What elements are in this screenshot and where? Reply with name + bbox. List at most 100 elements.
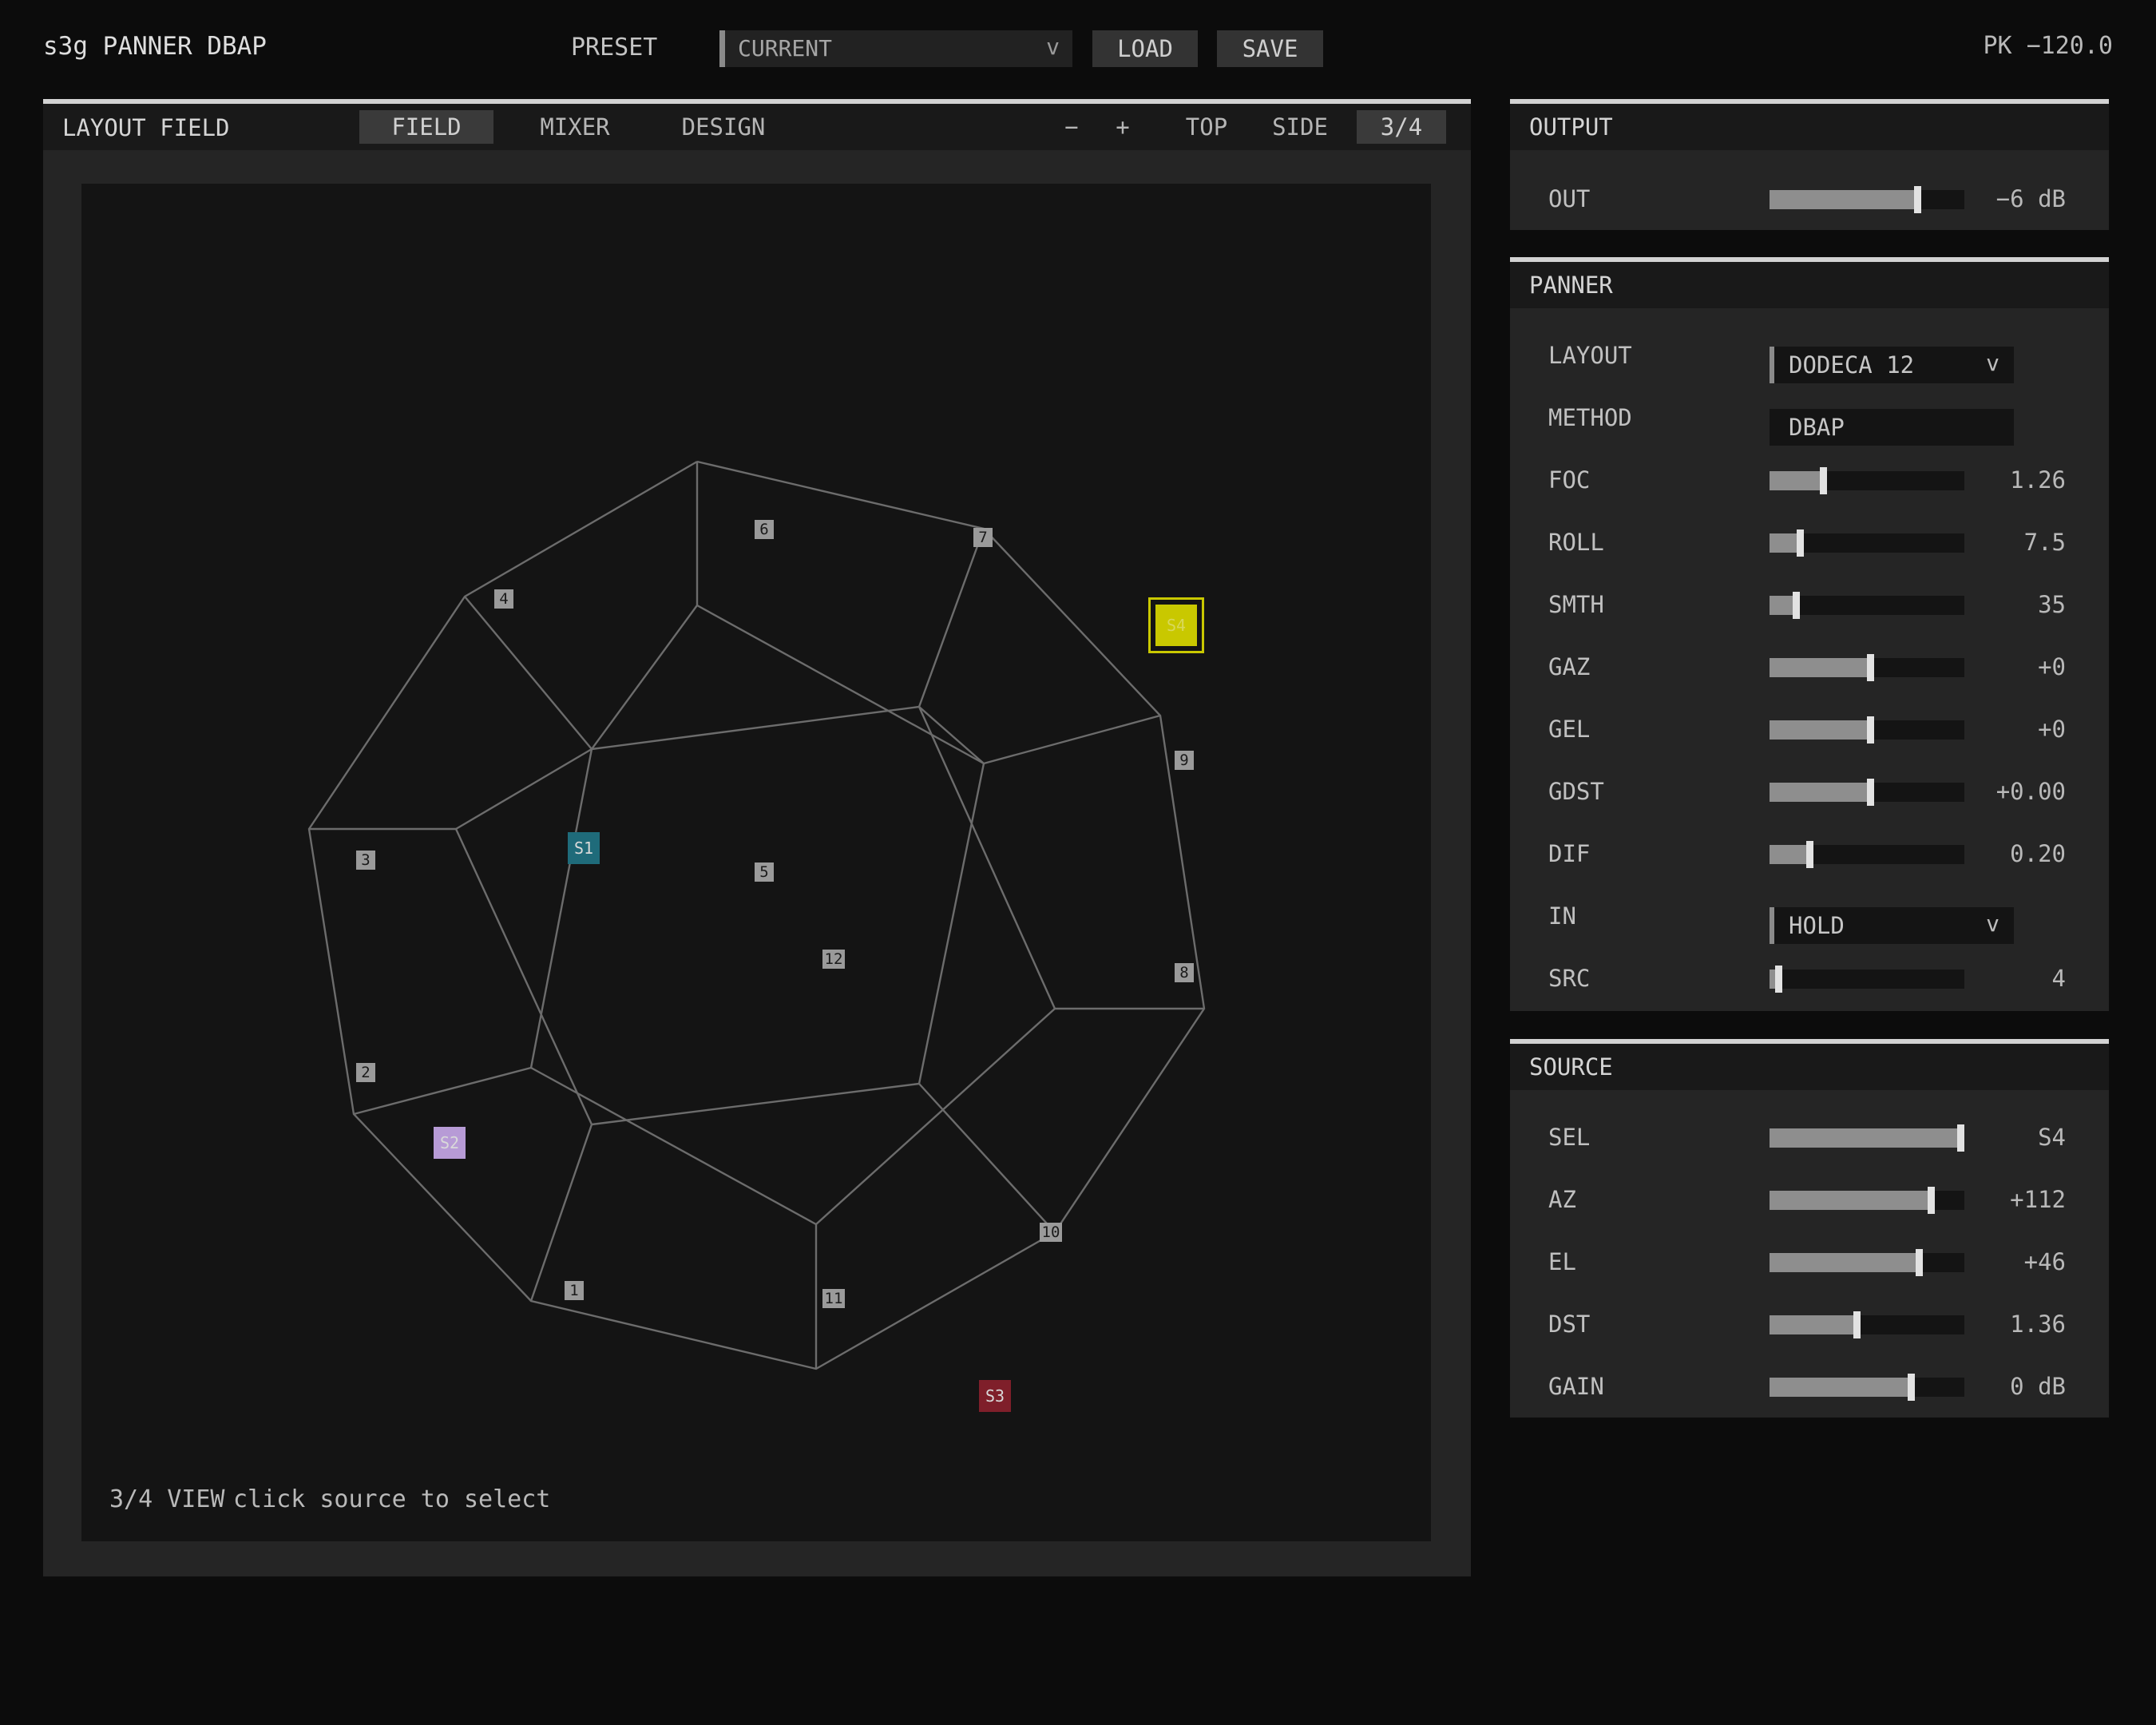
preset-value: CURRENT <box>738 35 833 61</box>
gain-value: 0 dB <box>2010 1373 2066 1400</box>
speaker-marker-2[interactable]: 2 <box>356 1063 375 1082</box>
view-mode-label: 3/4 VIEW <box>109 1485 225 1513</box>
chevron-down-icon: v <box>1046 34 1060 60</box>
roll-value: 7.5 <box>2023 529 2066 556</box>
view-three-quarter-button[interactable]: 3/4 <box>1357 110 1446 144</box>
method-value: DBAP <box>1789 414 1845 441</box>
preset-label: PRESET <box>571 34 658 61</box>
output-title: OUTPUT <box>1529 113 1613 141</box>
layout-value: DODECA 12 <box>1789 351 1915 379</box>
foc-label: FOC <box>1548 466 1591 494</box>
zoom-out-button[interactable]: − <box>1049 110 1094 144</box>
dodecahedron-wireframe <box>307 460 1206 1370</box>
tab-mixer[interactable]: MIXER <box>508 110 642 144</box>
tab-field[interactable]: FIELD <box>359 110 493 144</box>
speaker-marker-1[interactable]: 1 <box>565 1281 584 1300</box>
sel-value: S4 <box>2038 1124 2066 1151</box>
foc-value: 1.26 <box>2010 466 2066 494</box>
output-panel: OUTPUT OUT −6 dB <box>1510 99 2109 230</box>
input-dropdown[interactable]: HOLD v <box>1770 907 2014 944</box>
gdst-label: GDST <box>1548 778 1604 805</box>
panner-header: PANNER <box>1510 262 2109 308</box>
layout-label: LAYOUT <box>1548 342 1632 369</box>
speaker-marker-12[interactable]: 12 <box>822 950 845 969</box>
gdst-slider[interactable] <box>1770 779 1964 806</box>
src-label: SRC <box>1548 965 1591 992</box>
output-header: OUTPUT <box>1510 104 2109 150</box>
out-value: −6 dB <box>1995 185 2066 212</box>
gdst-value: +0.00 <box>1995 778 2066 805</box>
peak-meter-readout: PK −120.0 <box>1983 32 2113 60</box>
gain-label: GAIN <box>1548 1373 1604 1400</box>
speaker-marker-6[interactable]: 6 <box>755 520 774 539</box>
el-slider[interactable] <box>1770 1249 1964 1276</box>
az-label: AZ <box>1548 1186 1576 1213</box>
layout-field-header: LAYOUT FIELD FIELD MIXER DESIGN − + TOP … <box>43 104 1471 150</box>
dif-value: 0.20 <box>2010 840 2066 867</box>
out-slider[interactable] <box>1770 186 1964 213</box>
source-marker-s3[interactable]: S3 <box>979 1380 1011 1412</box>
panner-panel: PANNER LAYOUT DODECA 12 v METHOD DBAP FO… <box>1510 257 2109 1011</box>
gel-label: GEL <box>1548 716 1591 743</box>
tab-design[interactable]: DESIGN <box>656 110 791 144</box>
dst-label: DST <box>1548 1311 1591 1338</box>
roll-slider[interactable] <box>1770 529 1964 557</box>
speaker-marker-5[interactable]: 5 <box>755 862 774 882</box>
gain-slider[interactable] <box>1770 1374 1964 1401</box>
view-top-button[interactable]: TOP <box>1164 110 1249 144</box>
source-panel: SOURCE SEL S4 AZ +112 EL +46 DST 1.36 GA… <box>1510 1039 2109 1418</box>
layout-dropdown[interactable]: DODECA 12 v <box>1770 347 2014 383</box>
smth-label: SMTH <box>1548 591 1604 618</box>
sel-slider[interactable] <box>1770 1124 1964 1152</box>
src-value: 4 <box>2051 965 2066 992</box>
chevron-down-icon: v <box>1986 350 1999 376</box>
speaker-marker-11[interactable]: 11 <box>822 1289 845 1308</box>
az-value: +112 <box>2010 1186 2066 1213</box>
roll-label: ROLL <box>1548 529 1604 556</box>
speaker-marker-8[interactable]: 8 <box>1175 963 1194 982</box>
load-button[interactable]: LOAD <box>1092 30 1198 67</box>
dif-label: DIF <box>1548 840 1591 867</box>
smth-value: 35 <box>2038 591 2066 618</box>
method-field: DBAP <box>1770 409 2014 446</box>
layout-field-canvas[interactable]: 1 2 3 4 5 6 7 8 9 10 11 12 S1 S2 S3 S4 3/4 VIEW click … <box>81 184 1431 1541</box>
smth-slider[interactable] <box>1770 592 1964 619</box>
gaz-label: GAZ <box>1548 653 1591 680</box>
speaker-marker-4[interactable]: 4 <box>494 589 513 609</box>
dst-slider[interactable] <box>1770 1311 1964 1338</box>
gel-slider[interactable] <box>1770 716 1964 744</box>
gel-value: +0 <box>2038 716 2066 743</box>
source-header: SOURCE <box>1510 1044 2109 1090</box>
source-marker-s2[interactable]: S2 <box>434 1127 466 1159</box>
source-marker-s4[interactable]: S4 <box>1155 605 1197 646</box>
in-label: IN <box>1548 902 1576 930</box>
sel-label: SEL <box>1548 1124 1591 1151</box>
panner-title: PANNER <box>1529 272 1613 299</box>
layout-field-title: LAYOUT FIELD <box>62 114 230 141</box>
el-value: +46 <box>2023 1248 2066 1275</box>
gaz-slider[interactable] <box>1770 654 1964 681</box>
app-title: s3g PANNER DBAP <box>43 32 267 61</box>
view-side-button[interactable]: SIDE <box>1257 110 1343 144</box>
save-button[interactable]: SAVE <box>1217 30 1323 67</box>
source-title: SOURCE <box>1529 1053 1613 1081</box>
foc-slider[interactable] <box>1770 467 1964 494</box>
zoom-in-button[interactable]: + <box>1100 110 1145 144</box>
dif-slider[interactable] <box>1770 841 1964 868</box>
out-label: OUT <box>1548 185 1591 212</box>
el-label: EL <box>1548 1248 1576 1275</box>
speaker-marker-3[interactable]: 3 <box>356 851 375 870</box>
source-marker-s1[interactable]: S1 <box>568 832 600 864</box>
speaker-marker-7[interactable]: 7 <box>973 528 993 547</box>
speaker-marker-10[interactable]: 10 <box>1040 1223 1062 1242</box>
az-slider[interactable] <box>1770 1187 1964 1214</box>
layout-field-panel: LAYOUT FIELD FIELD MIXER DESIGN − + TOP … <box>43 99 1471 1576</box>
dst-value: 1.36 <box>2010 1311 2066 1338</box>
src-slider[interactable] <box>1770 966 1964 993</box>
method-label: METHOD <box>1548 404 1632 431</box>
gaz-value: +0 <box>2038 653 2066 680</box>
speaker-marker-9[interactable]: 9 <box>1175 751 1194 770</box>
input-value: HOLD <box>1789 912 1845 939</box>
chevron-down-icon: v <box>1986 910 1999 937</box>
preset-dropdown[interactable]: CURRENT v <box>719 30 1072 67</box>
